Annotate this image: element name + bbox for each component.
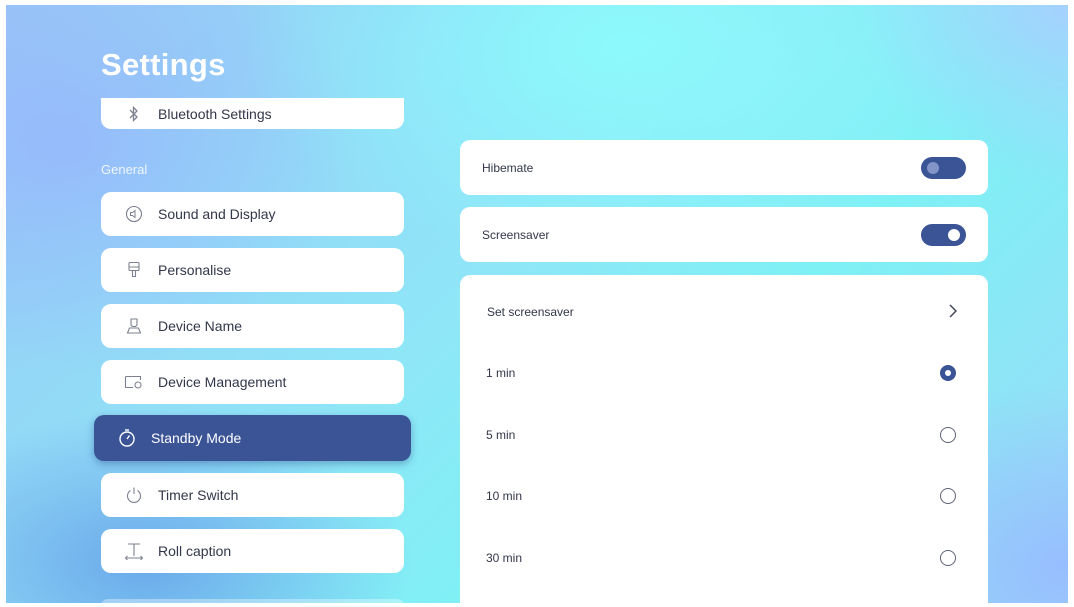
option-label: 5 min	[486, 428, 516, 442]
option-label: 30 min	[486, 551, 523, 565]
sidebar-item-personalise[interactable]: Personalise	[101, 248, 404, 292]
sidebar-item-label: Timer Switch	[158, 487, 239, 503]
sidebar-item-timer-switch[interactable]: Timer Switch	[101, 473, 404, 517]
hibernate-row[interactable]: Hibemate	[460, 140, 988, 195]
option-label: 1 min	[486, 366, 516, 380]
toggle-knob	[948, 228, 960, 241]
radio-unselected-icon[interactable]	[940, 427, 956, 443]
sidebar-item-device-management[interactable]: Device Management	[101, 360, 404, 404]
set-screensaver-label: Set screensaver	[487, 305, 574, 319]
hibernate-toggle[interactable]	[921, 156, 966, 179]
screensaver-toggle[interactable]	[921, 223, 966, 246]
radio-unselected-icon[interactable]	[940, 488, 956, 504]
sidebar-item-partial	[101, 599, 404, 603]
device-management-icon	[123, 371, 145, 393]
option-30-min[interactable]: 30 min	[460, 538, 988, 578]
page-title: Settings	[101, 47, 226, 82]
option-10-min[interactable]: 10 min	[460, 476, 988, 516]
person-icon	[123, 315, 145, 337]
chevron-right-icon	[948, 301, 958, 323]
sidebar-item-label: Bluetooth Settings	[158, 105, 272, 122]
screensaver-label: Screensaver	[482, 227, 550, 242]
bluetooth-icon	[123, 103, 145, 125]
sidebar-item-device-name[interactable]: Device Name	[101, 304, 404, 348]
screensaver-row[interactable]: Screensaver	[460, 207, 988, 262]
sidebar-item-label: Device Management	[158, 374, 287, 390]
power-icon	[123, 484, 145, 506]
sidebar-item-label: Sound and Display	[158, 206, 276, 222]
sidebar-item-label: Device Name	[158, 318, 243, 334]
sound-display-icon	[123, 203, 145, 225]
section-label-general: General	[101, 162, 148, 177]
option-5-min[interactable]: 5 min	[460, 415, 988, 455]
timer-icon	[116, 427, 138, 449]
sidebar-item-sound-and-display[interactable]: Sound and Display	[101, 192, 404, 236]
settings-screen: Settings Bluetooth Settings General Soun…	[6, 5, 1068, 603]
option-label: 10 min	[486, 489, 523, 503]
hibernate-label: Hibemate	[482, 160, 534, 175]
sidebar-item-standby-mode[interactable]: Standby Mode	[94, 415, 411, 461]
option-1-min[interactable]: 1 min	[460, 353, 988, 393]
screensaver-options-card: Set screensaver 1 min 5 min 10 min 30 mi…	[460, 275, 988, 603]
radio-unselected-icon[interactable]	[940, 550, 956, 566]
toggle-knob	[927, 161, 939, 174]
caption-icon	[123, 540, 145, 562]
sidebar-item-label: Standby Mode	[151, 430, 242, 446]
radio-selected-icon[interactable]	[940, 365, 956, 381]
sidebar-item-label: Personalise	[158, 262, 232, 278]
set-screensaver-row[interactable]: Set screensaver	[460, 292, 988, 332]
sidebar-item-label: Roll caption	[158, 543, 232, 559]
sidebar-item-roll-caption[interactable]: Roll caption	[101, 529, 404, 573]
brush-icon	[123, 259, 145, 281]
sidebar-item-bluetooth-settings[interactable]: Bluetooth Settings	[101, 98, 404, 129]
